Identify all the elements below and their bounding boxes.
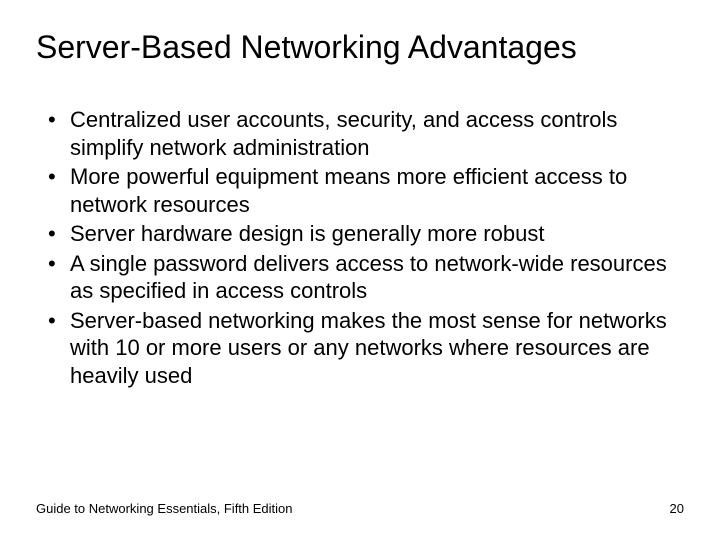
slide-footer: Guide to Networking Essentials, Fifth Ed… <box>36 501 684 516</box>
list-item: Server-based networking makes the most s… <box>40 307 684 390</box>
list-item: Server hardware design is generally more… <box>40 220 684 248</box>
list-item: More powerful equipment means more effic… <box>40 163 684 218</box>
footer-source: Guide to Networking Essentials, Fifth Ed… <box>36 501 293 516</box>
list-item: Centralized user accounts, security, and… <box>40 106 684 161</box>
page-number: 20 <box>670 501 684 516</box>
slide-title: Server-Based Networking Advantages <box>36 28 684 66</box>
list-item: A single password delivers access to net… <box>40 250 684 305</box>
bullet-list: Centralized user accounts, security, and… <box>36 106 684 389</box>
slide: Server-Based Networking Advantages Centr… <box>0 0 720 540</box>
